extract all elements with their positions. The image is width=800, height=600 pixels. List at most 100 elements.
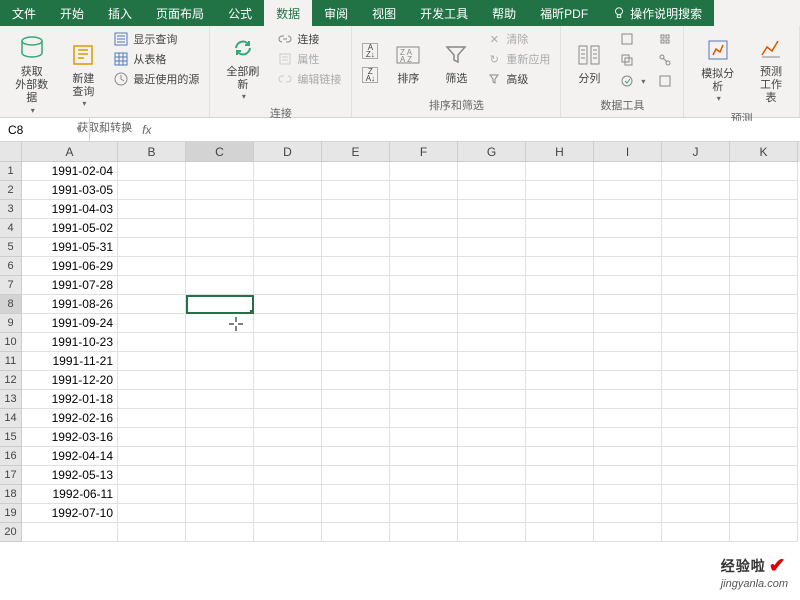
cell[interactable] <box>526 485 594 504</box>
cell[interactable] <box>254 314 322 333</box>
column-header[interactable]: B <box>118 142 186 162</box>
cell[interactable] <box>390 333 458 352</box>
column-header[interactable]: A <box>22 142 118 162</box>
cell[interactable] <box>390 485 458 504</box>
cell[interactable] <box>118 428 186 447</box>
cell[interactable] <box>254 276 322 295</box>
cell[interactable] <box>322 504 390 523</box>
cell[interactable] <box>254 162 322 181</box>
cell[interactable] <box>458 276 526 295</box>
cell[interactable]: 1991-02-04 <box>22 162 118 181</box>
name-box[interactable]: C8 ▾ <box>0 118 90 141</box>
row-header[interactable]: 6 <box>0 257 22 276</box>
cell[interactable] <box>254 219 322 238</box>
what-if-button[interactable]: 模拟分析 ▾ <box>690 30 745 108</box>
cell[interactable] <box>118 390 186 409</box>
cell[interactable] <box>730 314 798 333</box>
cell[interactable] <box>458 371 526 390</box>
cell[interactable] <box>186 504 254 523</box>
cell[interactable] <box>594 466 662 485</box>
cell[interactable] <box>662 314 730 333</box>
data-validation-button[interactable]: ▾ <box>615 72 649 90</box>
cell[interactable] <box>662 428 730 447</box>
cell[interactable] <box>390 181 458 200</box>
sort-za-button[interactable]: ZA↓ <box>358 66 382 84</box>
cell[interactable] <box>390 409 458 428</box>
column-header[interactable]: E <box>322 142 390 162</box>
row-header[interactable]: 19 <box>0 504 22 523</box>
cell[interactable] <box>322 276 390 295</box>
cell[interactable] <box>390 371 458 390</box>
cell[interactable] <box>254 371 322 390</box>
tab-data[interactable]: 数据 <box>264 0 312 26</box>
cell[interactable] <box>390 295 458 314</box>
row-header[interactable]: 8 <box>0 295 22 314</box>
cell[interactable]: 1991-05-31 <box>22 238 118 257</box>
cell[interactable]: 1992-06-11 <box>22 485 118 504</box>
cell[interactable] <box>186 523 254 542</box>
sort-button[interactable]: Z AA Z 排序 <box>386 30 430 95</box>
cell[interactable] <box>526 314 594 333</box>
cell[interactable] <box>186 238 254 257</box>
row-header[interactable]: 7 <box>0 276 22 295</box>
cell[interactable] <box>22 523 118 542</box>
cell[interactable] <box>322 295 390 314</box>
cell[interactable] <box>254 352 322 371</box>
cell[interactable] <box>186 485 254 504</box>
cell[interactable] <box>526 428 594 447</box>
tab-pagelayout[interactable]: 页面布局 <box>144 0 216 26</box>
cell[interactable] <box>186 200 254 219</box>
cell[interactable] <box>526 333 594 352</box>
cell[interactable] <box>594 504 662 523</box>
row-header[interactable]: 14 <box>0 409 22 428</box>
row-header[interactable]: 17 <box>0 466 22 485</box>
cell[interactable] <box>186 466 254 485</box>
row-header[interactable]: 13 <box>0 390 22 409</box>
cell[interactable]: 1992-03-16 <box>22 428 118 447</box>
cell[interactable] <box>254 485 322 504</box>
advanced-button[interactable]: 高级 <box>482 70 554 88</box>
cell[interactable]: 1992-04-14 <box>22 447 118 466</box>
cell[interactable] <box>526 352 594 371</box>
row-header[interactable]: 5 <box>0 238 22 257</box>
recent-sources-button[interactable]: 最近使用的源 <box>109 70 203 88</box>
column-header[interactable]: I <box>594 142 662 162</box>
cell[interactable] <box>730 504 798 523</box>
cell[interactable] <box>390 504 458 523</box>
cell[interactable] <box>390 428 458 447</box>
cell[interactable] <box>118 371 186 390</box>
cell[interactable] <box>118 181 186 200</box>
row-header[interactable]: 2 <box>0 181 22 200</box>
sort-az-button[interactable]: AZ↓ <box>358 42 382 60</box>
column-header[interactable]: C <box>186 142 254 162</box>
cell[interactable] <box>118 162 186 181</box>
cell[interactable] <box>594 390 662 409</box>
cell[interactable] <box>118 523 186 542</box>
cell[interactable] <box>186 390 254 409</box>
tab-help[interactable]: 帮助 <box>480 0 528 26</box>
cell[interactable] <box>390 447 458 466</box>
cell[interactable] <box>458 390 526 409</box>
cell[interactable] <box>526 371 594 390</box>
cell[interactable] <box>662 238 730 257</box>
cell[interactable] <box>118 485 186 504</box>
cell[interactable] <box>730 257 798 276</box>
cell[interactable] <box>594 371 662 390</box>
cell[interactable] <box>662 295 730 314</box>
cell[interactable]: 1992-02-16 <box>22 409 118 428</box>
cell[interactable] <box>390 162 458 181</box>
cell[interactable] <box>662 352 730 371</box>
relationships-button[interactable] <box>653 51 677 69</box>
cell[interactable] <box>526 276 594 295</box>
column-header[interactable]: J <box>662 142 730 162</box>
cell[interactable] <box>594 333 662 352</box>
cell[interactable] <box>186 409 254 428</box>
cell[interactable] <box>662 200 730 219</box>
cell[interactable] <box>390 238 458 257</box>
cell[interactable] <box>322 200 390 219</box>
cell[interactable] <box>254 257 322 276</box>
cell[interactable] <box>662 371 730 390</box>
cell[interactable] <box>322 181 390 200</box>
cell[interactable] <box>526 200 594 219</box>
cell[interactable] <box>390 276 458 295</box>
